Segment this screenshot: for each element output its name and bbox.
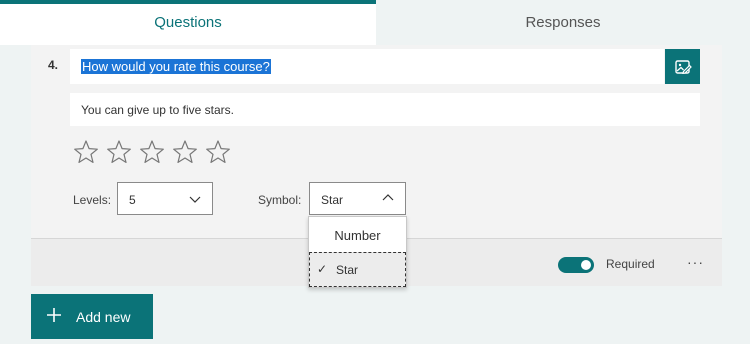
star-outline-icon bbox=[173, 140, 197, 163]
chevron-down-icon bbox=[189, 196, 201, 203]
levels-select[interactable]: 5 bbox=[117, 182, 213, 215]
symbol-option-number[interactable]: Number bbox=[309, 217, 406, 253]
add-new-label: Add new bbox=[76, 309, 131, 325]
star-outline-icon bbox=[74, 140, 98, 163]
tab-bar: Questions Responses bbox=[0, 0, 750, 45]
symbol-option-number-label: Number bbox=[334, 227, 381, 243]
tab-responses[interactable]: Responses bbox=[376, 0, 750, 45]
symbol-option-star-label: Star bbox=[336, 263, 359, 277]
star-outline-icon bbox=[140, 140, 164, 163]
chevron-up-icon bbox=[382, 194, 394, 201]
question-subtitle-field[interactable]: You can give up to five stars. bbox=[70, 93, 700, 126]
question-subtitle-text: You can give up to five stars. bbox=[81, 103, 234, 117]
required-toggle[interactable] bbox=[558, 257, 594, 273]
question-number: 4. bbox=[48, 58, 59, 72]
question-title-text: How would you rate this course? bbox=[81, 59, 271, 74]
question-title-field[interactable]: How would you rate this course? bbox=[70, 49, 664, 84]
plus-icon bbox=[47, 308, 61, 322]
star-outline-icon bbox=[107, 140, 131, 163]
tab-responses-label: Responses bbox=[525, 14, 601, 31]
toggle-knob bbox=[581, 260, 591, 270]
symbol-dropdown-menu: Number ✓ Star bbox=[308, 216, 407, 288]
required-label: Required bbox=[606, 257, 655, 271]
tab-active-indicator bbox=[0, 0, 376, 4]
more-options-icon[interactable]: ··· bbox=[687, 254, 704, 270]
add-new-button[interactable]: Add new bbox=[31, 294, 153, 339]
symbol-option-star[interactable]: ✓ Star bbox=[309, 252, 406, 287]
symbol-select-value: Star bbox=[321, 193, 344, 207]
tab-questions[interactable]: Questions bbox=[0, 0, 376, 45]
insert-media-button[interactable] bbox=[665, 49, 700, 84]
rating-preview bbox=[73, 139, 231, 167]
checkmark-icon: ✓ bbox=[317, 262, 328, 276]
levels-select-value: 5 bbox=[129, 193, 136, 207]
symbol-label: Symbol: bbox=[258, 193, 302, 207]
tab-questions-label: Questions bbox=[154, 14, 222, 31]
image-edit-icon bbox=[674, 59, 692, 74]
levels-label: Levels: bbox=[73, 193, 112, 207]
star-outline-icon bbox=[206, 140, 230, 163]
symbol-select[interactable]: Star bbox=[309, 182, 406, 215]
